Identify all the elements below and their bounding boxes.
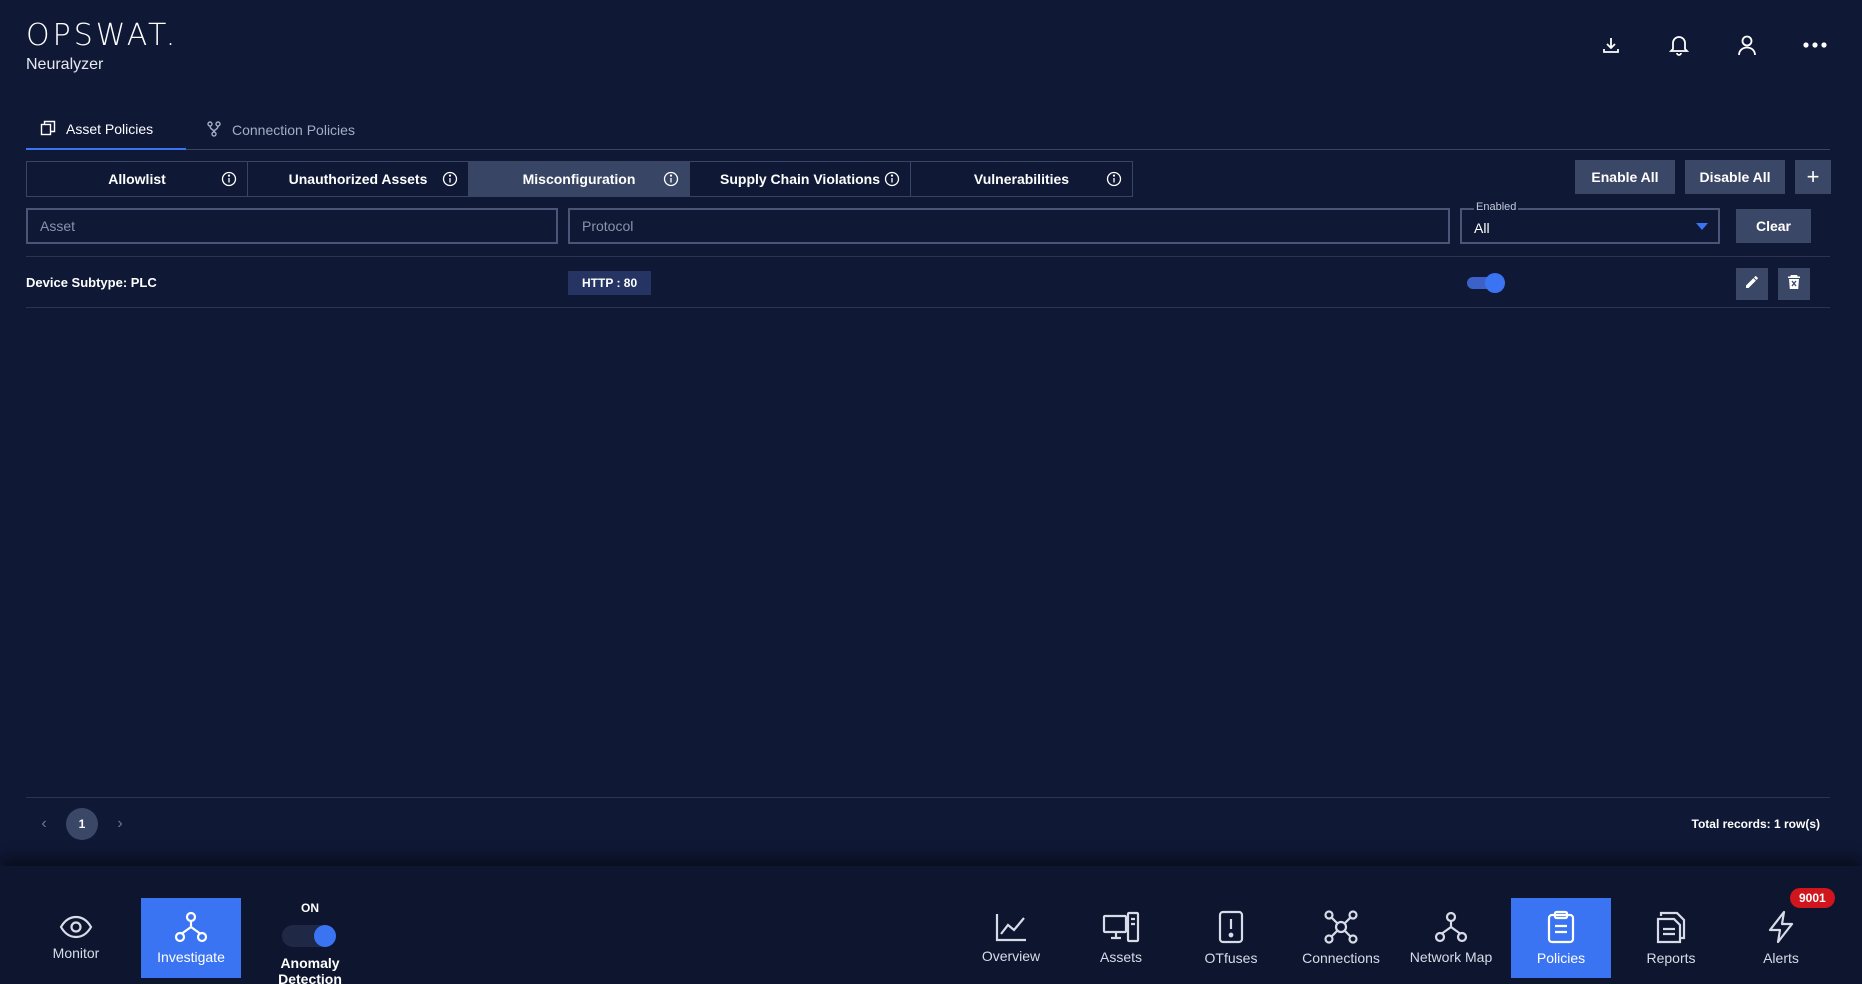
nav-monitor[interactable]: Monitor: [26, 898, 126, 978]
download-icon[interactable]: [1598, 32, 1624, 58]
connections-icon: [1324, 910, 1358, 944]
logo-wordmark: OPSWAT.: [26, 18, 179, 53]
info-icon[interactable]: [1106, 171, 1122, 190]
info-icon[interactable]: [221, 171, 237, 190]
nav-overview[interactable]: Overview: [961, 898, 1061, 978]
tab-misconfiguration[interactable]: Misconfiguration: [469, 162, 690, 196]
info-icon[interactable]: [442, 171, 458, 190]
reports-icon: [1655, 910, 1687, 944]
delete-button[interactable]: [1778, 268, 1810, 300]
asset-filter-input[interactable]: [26, 208, 558, 244]
pagination: ‹ 1 ›: [36, 808, 128, 840]
protocol-filter-input[interactable]: [568, 208, 1450, 244]
next-page-icon[interactable]: ›: [112, 815, 128, 833]
caret-down-icon: [1696, 223, 1708, 230]
nav-label: Overview: [981, 948, 1041, 964]
enabled-select-label: Enabled: [1474, 201, 1519, 213]
nav-label: Investigate: [157, 949, 225, 965]
table-row: Device Subtype: PLC HTTP : 80: [26, 256, 1830, 308]
tab-label: Misconfiguration: [522, 171, 636, 187]
more-icon[interactable]: [1802, 32, 1828, 58]
bell-icon[interactable]: [1666, 32, 1692, 58]
disable-all-button[interactable]: Disable All: [1685, 160, 1785, 194]
clear-filters-button[interactable]: Clear: [1736, 209, 1811, 243]
prev-page-icon[interactable]: ‹: [36, 815, 52, 833]
info-icon[interactable]: [663, 171, 679, 190]
clipboard-icon: [1547, 910, 1575, 944]
network-map-icon: [1434, 911, 1468, 943]
tab-asset-policies[interactable]: Asset Policies: [26, 110, 186, 150]
product-name: Neuralyzer: [26, 56, 104, 73]
anomaly-detection-label: Anomaly Detection: [278, 955, 342, 984]
nav-investigate[interactable]: Investigate: [141, 898, 241, 978]
pencil-icon: [1744, 274, 1760, 295]
user-icon[interactable]: [1734, 32, 1760, 58]
chart-icon: [994, 912, 1028, 942]
asset-policies-icon: [40, 120, 56, 139]
tab-allowlist[interactable]: Allowlist: [27, 162, 248, 196]
nav-label: Monitor: [52, 945, 100, 961]
enable-all-button[interactable]: Enable All: [1575, 160, 1675, 194]
policy-enabled-toggle[interactable]: [1467, 273, 1505, 293]
nav-label: OTfuses: [1204, 950, 1258, 966]
anomaly-detection-toggle[interactable]: [282, 923, 338, 949]
otfuses-icon: [1218, 910, 1244, 944]
nav-alerts[interactable]: Alerts: [1731, 898, 1831, 978]
nav-label: Connections: [1302, 950, 1380, 966]
toggle-knob: [1485, 273, 1505, 293]
pager-divider: [26, 797, 1830, 798]
tab-label: Vulnerabilities: [973, 171, 1070, 187]
tab-label: Supply Chain Violations: [720, 171, 880, 187]
add-policy-button[interactable]: +: [1795, 160, 1831, 194]
nav-label: Network Map: [1409, 949, 1493, 965]
connection-policies-icon: [206, 120, 222, 140]
assets-icon: [1102, 911, 1140, 943]
nav-policies[interactable]: Policies: [1511, 898, 1611, 978]
tab-unauthorized-assets[interactable]: Unauthorized Assets: [248, 162, 469, 196]
asset-cell: Device Subtype: PLC: [26, 275, 157, 290]
tab-label: Connection Policies: [232, 122, 355, 138]
anomaly-detection-control: ON Anomaly Detection: [250, 901, 370, 984]
nav-label: Alerts: [1763, 950, 1799, 966]
protocol-chip: HTTP : 80: [568, 271, 652, 295]
policy-type-tabs: Asset Policies Connection Policies: [26, 110, 1830, 150]
trash-icon: [1787, 274, 1801, 295]
info-icon[interactable]: [884, 171, 900, 190]
alerts-count-badge: 9001: [1790, 888, 1835, 908]
anomaly-state-label: ON: [301, 901, 319, 915]
nav-label: Policies: [1536, 950, 1586, 966]
tab-label: Asset Policies: [66, 121, 154, 137]
investigate-icon: [174, 911, 208, 943]
header-actions: [1598, 32, 1828, 58]
nav-reports[interactable]: Reports: [1621, 898, 1721, 978]
nav-network-map[interactable]: Network Map: [1401, 898, 1501, 978]
edit-button[interactable]: [1736, 268, 1768, 300]
tab-connection-policies[interactable]: Connection Policies: [192, 110, 369, 150]
tab-label: Allowlist: [108, 171, 166, 187]
nav-label: Assets: [1099, 949, 1142, 965]
toggle-knob: [314, 925, 336, 947]
bottom-nav-bar: Monitor Investigate ON Anomaly Detection…: [0, 866, 1862, 984]
tab-supply-chain-violations[interactable]: Supply Chain Violations: [690, 162, 911, 196]
nav-assets[interactable]: Assets: [1071, 898, 1171, 978]
logo: OPSWAT. Neuralyzer: [26, 20, 178, 74]
total-records: Total records: 1 row(s): [1691, 817, 1820, 831]
enabled-select[interactable]: Enabled All: [1460, 201, 1720, 244]
policy-category-tabs: Allowlist Unauthorized Assets Misconfigu…: [26, 161, 1133, 197]
nav-connections[interactable]: Connections: [1291, 898, 1391, 978]
nav-otfuses[interactable]: OTfuses: [1181, 898, 1281, 978]
tab-label: Unauthorized Assets: [288, 171, 428, 187]
tab-vulnerabilities[interactable]: Vulnerabilities: [911, 162, 1132, 196]
enabled-select-value: All: [1474, 220, 1490, 236]
lightning-icon: [1766, 910, 1796, 944]
eye-icon: [59, 915, 93, 939]
page-number-button[interactable]: 1: [66, 808, 98, 840]
nav-label: Reports: [1646, 950, 1696, 966]
